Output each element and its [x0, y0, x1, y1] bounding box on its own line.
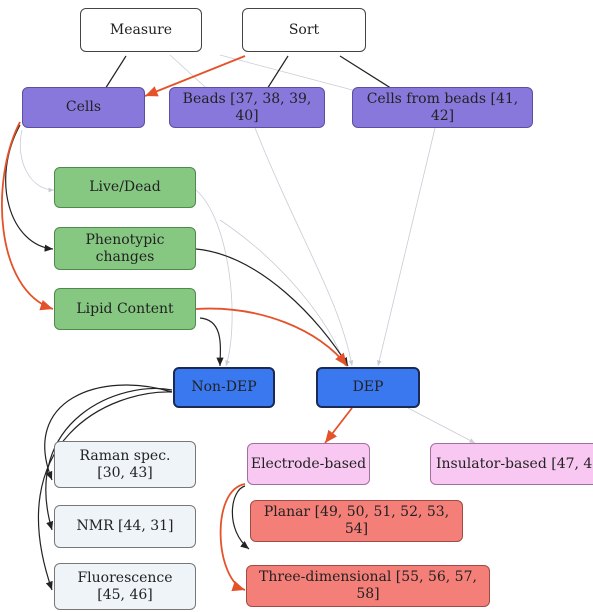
- electrode-label: Electrode-based: [250, 455, 367, 472]
- edge-nondep-fluor: [38, 391, 173, 591]
- edge-lipid-dep: [195, 307, 348, 367]
- lipid-label: Lipid Content: [76, 300, 174, 317]
- phenotypic-node: Phenotypic changes: [54, 227, 196, 270]
- insulator-label: Insulator-based [47, 48]: [436, 455, 593, 472]
- three-dimensional-label: Three-dimensional [55, 56, 57, 58]: [259, 569, 477, 602]
- planar-node: Planar [49, 50, 51, 52, 53, 54]: [250, 500, 463, 542]
- sort-node: Sort: [242, 8, 366, 52]
- fluorescence-label-line2: [45, 46]: [97, 586, 153, 603]
- raman-label-line1: Raman spec.: [79, 447, 171, 464]
- raman-label-line2: [30, 43]: [97, 464, 153, 481]
- measure-node: Measure: [80, 8, 202, 52]
- beads-node: Beads [37, 38, 39, 40]: [169, 87, 325, 128]
- edge-dep-electrode: [324, 407, 353, 444]
- live-dead-label: Live/Dead: [89, 179, 161, 195]
- edge-electrode-planar: [231, 485, 250, 550]
- edge-cfb-dep: [376, 127, 436, 367]
- live-dead-node: Live/Dead: [54, 167, 196, 208]
- phenotypic-label-line1: Phenotypic: [85, 231, 165, 248]
- phenotypic-label-line2: changes: [95, 248, 155, 265]
- dep-node: DEP: [316, 367, 420, 408]
- cells-from-beads-node: Cells from beads [41, 42]: [352, 87, 533, 128]
- cells-node: Cells: [22, 87, 145, 128]
- lipid-node: Lipid Content: [54, 288, 196, 330]
- edge-phenotypic-dep: [195, 248, 349, 367]
- edge-cells-phenotypic: [5, 124, 54, 252]
- non-dep-label: Non-DEP: [191, 379, 257, 395]
- nmr-label: NMR [44, 31]: [76, 518, 174, 534]
- non-dep-node: Non-DEP: [173, 367, 275, 408]
- edge-cells-livedead: [19, 129, 55, 193]
- edge-cells-lipid: [1, 121, 54, 311]
- sort-label: Sort: [288, 21, 320, 38]
- cells-from-beads-label: Cells from beads [41, 42]: [366, 90, 519, 124]
- edge-electrode-threedim: [219, 483, 246, 592]
- nmr-node: NMR [44, 31]: [54, 505, 196, 548]
- measure-label: Measure: [109, 21, 173, 38]
- planar-label: Planar [49, 50, 51, 52, 53, 54]: [263, 504, 450, 537]
- edge-livedead-nondep: [195, 189, 233, 367]
- cells-label: Cells: [65, 99, 102, 115]
- beads-label: Beads [37, 38, 39, 40]: [182, 90, 312, 124]
- raman-node: Raman spec. [30, 43]: [54, 441, 196, 488]
- edge-lipid-nondep: [199, 317, 224, 367]
- insulator-node: Insulator-based [47, 48]: [430, 443, 593, 485]
- dep-label: DEP: [352, 379, 384, 395]
- fluorescence-node: Fluorescence [45, 46]: [54, 563, 196, 610]
- edge-dep-insulator: [407, 407, 476, 444]
- electrode-node: Electrode-based: [247, 443, 370, 485]
- fluorescence-label-line1: Fluorescence: [77, 569, 173, 586]
- three-dimensional-node: Three-dimensional [55, 56, 57, 58]: [246, 565, 490, 607]
